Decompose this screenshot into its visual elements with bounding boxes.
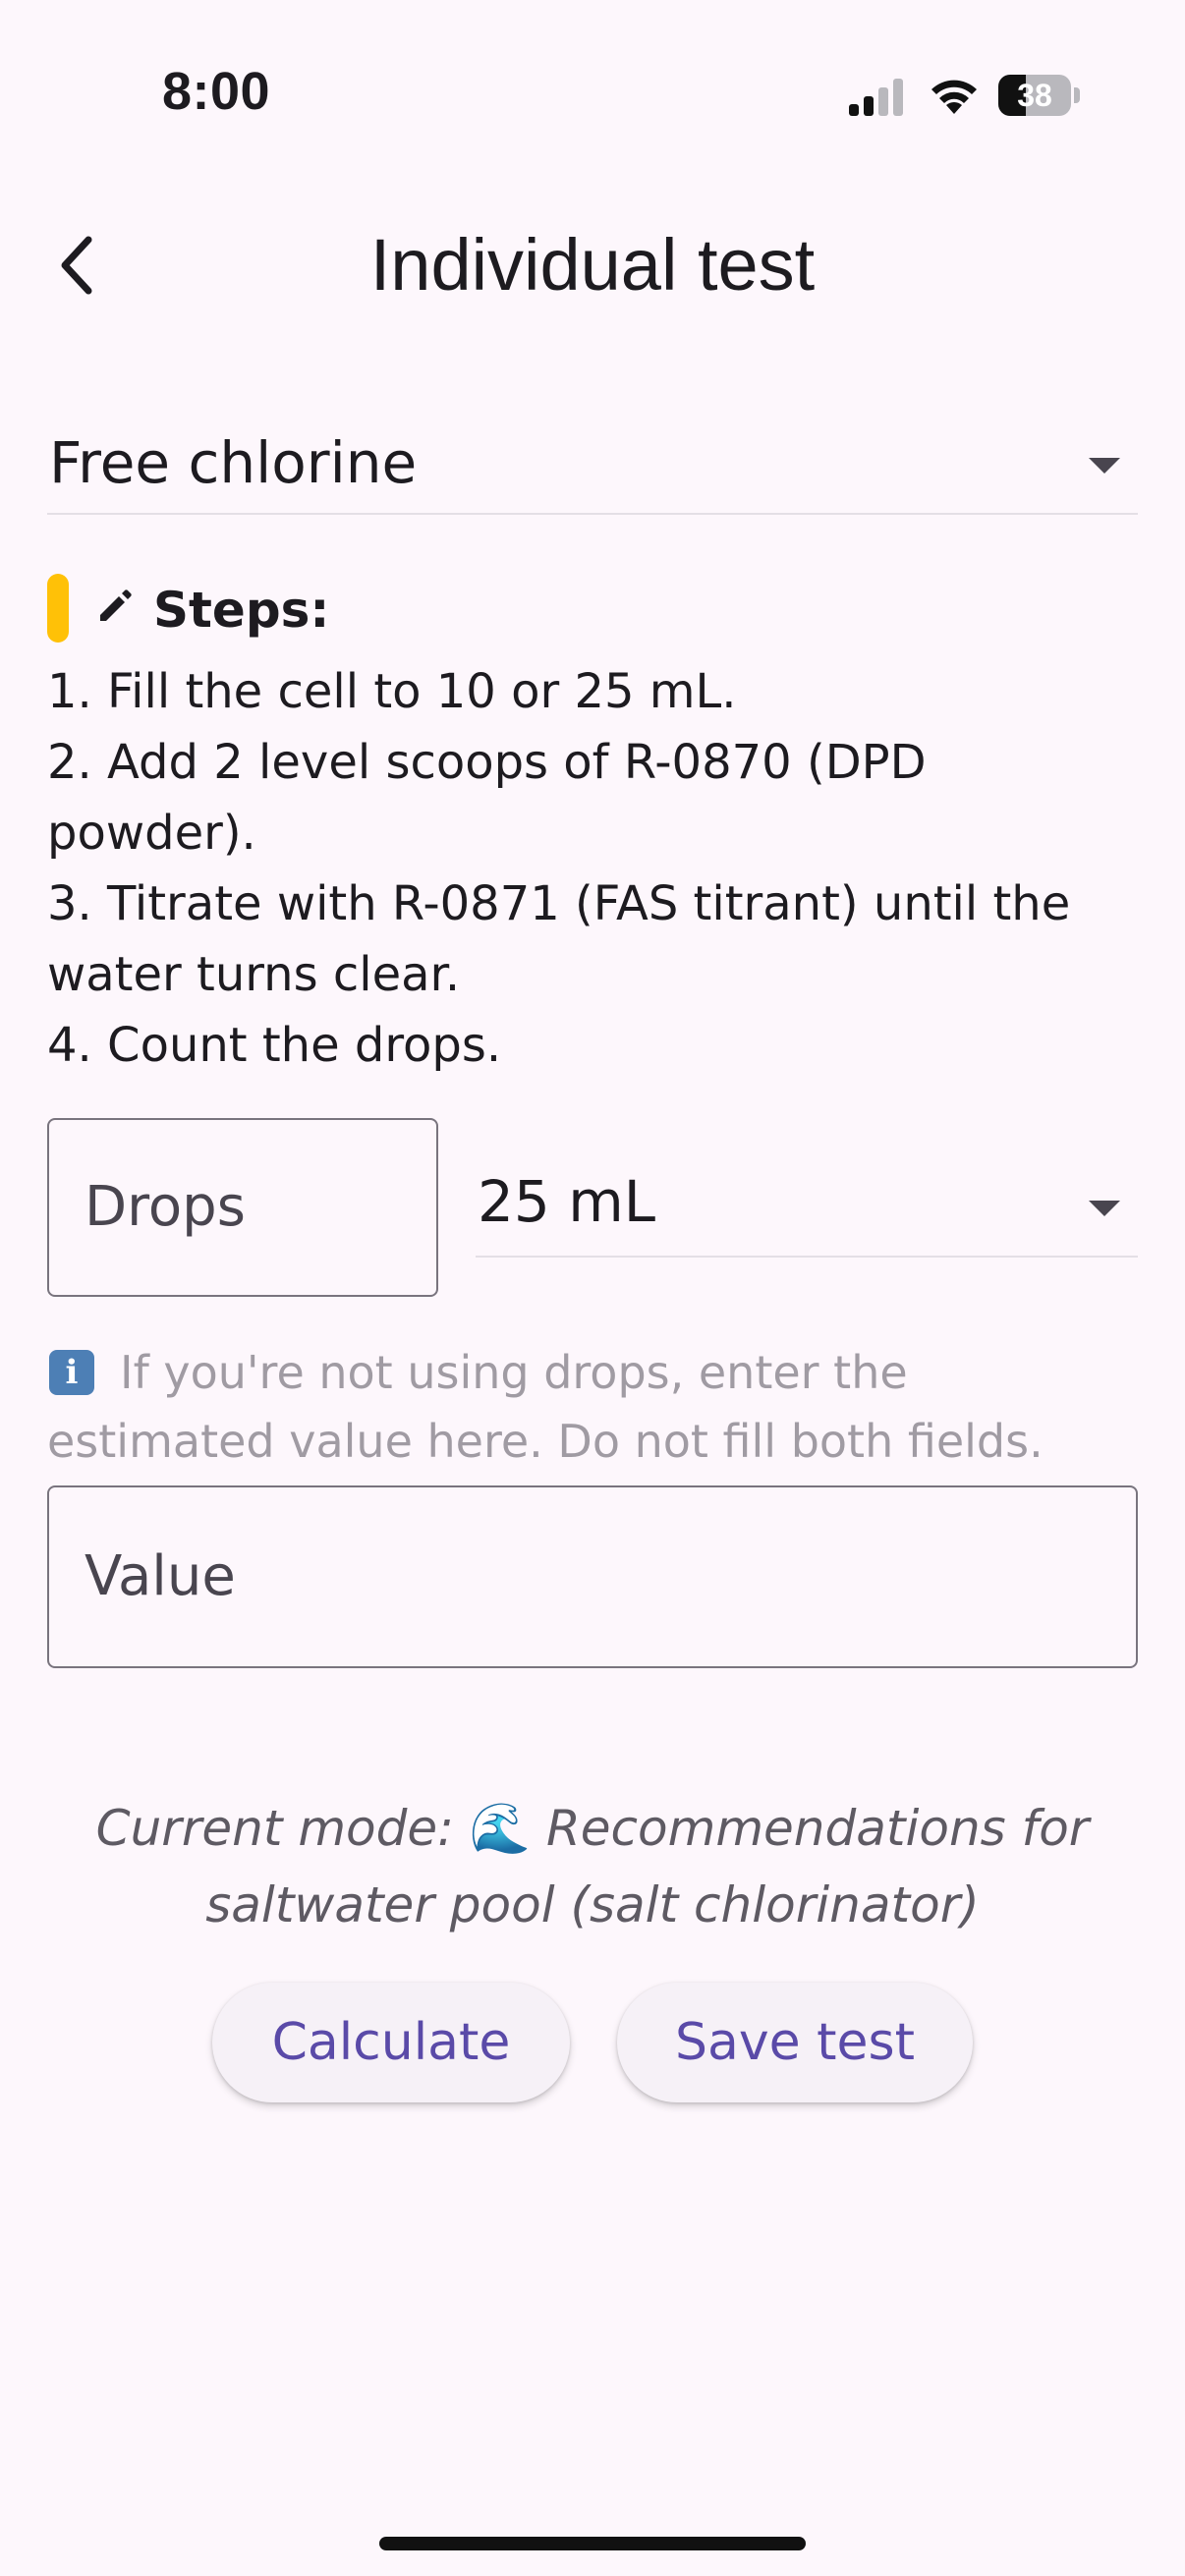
current-mode-text: Current mode: 🌊 Recommendations for salt… <box>59 1790 1126 1943</box>
info-icon: i <box>49 1350 94 1395</box>
steps-heading: Steps: <box>153 582 330 639</box>
wave-icon: 🌊 <box>469 1800 532 1857</box>
home-indicator[interactable] <box>379 2537 806 2550</box>
step-item: 3. Titrate with R-0871 (FAS titrant) unt… <box>47 876 1071 1002</box>
volume-dropdown[interactable]: 25 mL <box>476 1120 1138 1258</box>
dropdown-arrow-icon <box>1089 1201 1120 1216</box>
test-type-dropdown[interactable]: Free chlorine <box>47 422 1138 515</box>
mode-prefix: Current mode: <box>95 1800 454 1857</box>
dropdown-arrow-icon <box>1089 458 1120 474</box>
save-test-button[interactable]: Save test <box>617 1983 973 2102</box>
drops-input[interactable]: Drops <box>47 1118 438 1297</box>
step-item: 4. Count the drops. <box>47 1018 502 1073</box>
wifi-icon <box>931 80 977 114</box>
value-placeholder: Value <box>85 1544 236 1608</box>
page-title: Individual test <box>369 224 816 306</box>
step-item: 2. Add 2 level scoops of R-0870 (DPD pow… <box>47 735 927 861</box>
steps-accent-bar <box>47 574 69 643</box>
step-item: 1. Fill the cell to 10 or 25 mL. <box>47 664 737 719</box>
status-time: 8:00 <box>162 62 271 121</box>
pencil-icon <box>100 589 132 621</box>
drops-placeholder: Drops <box>85 1175 246 1239</box>
calculate-button[interactable]: Calculate <box>212 1983 570 2102</box>
hint-text: If you're not using drops, enter the est… <box>47 1346 1044 1468</box>
volume-value: 25 mL <box>478 1168 656 1235</box>
steps-list: 1. Fill the cell to 10 or 25 mL. 2. Add … <box>47 656 1148 1081</box>
value-input[interactable]: Value <box>47 1485 1138 1668</box>
test-type-value: Free chlorine <box>49 429 418 496</box>
battery-icon: 38 <box>998 75 1081 116</box>
signal-icon <box>849 79 903 116</box>
battery-level: 38 <box>1017 78 1052 113</box>
